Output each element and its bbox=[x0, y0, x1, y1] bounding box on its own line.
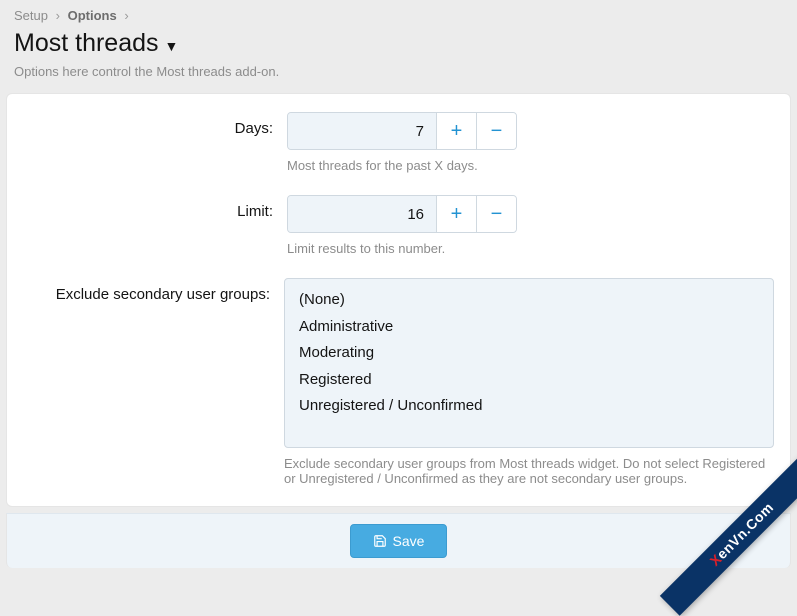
limit-decrement-button[interactable]: − bbox=[476, 196, 516, 232]
footer-bar: Save bbox=[6, 513, 791, 568]
caret-down-icon: ▼ bbox=[165, 38, 179, 54]
chevron-right-icon: › bbox=[120, 8, 132, 23]
days-help: Most threads for the past X days. bbox=[287, 150, 774, 173]
days-increment-button[interactable]: + bbox=[436, 113, 476, 149]
exclude-help: Exclude secondary user groups from Most … bbox=[284, 448, 774, 486]
chevron-right-icon: › bbox=[52, 8, 64, 23]
save-button-label: Save bbox=[393, 533, 425, 549]
save-icon bbox=[373, 534, 387, 548]
field-limit: Limit: + − Limit results to this number. bbox=[7, 193, 790, 276]
field-exclude: Exclude secondary user groups: (None) Ad… bbox=[7, 276, 790, 506]
limit-spinbox: + − bbox=[287, 195, 517, 233]
exclude-listbox[interactable]: (None) Administrative Moderating Registe… bbox=[284, 278, 774, 448]
limit-increment-button[interactable]: + bbox=[436, 196, 476, 232]
options-panel: Days: + − Most threads for the past X da… bbox=[6, 93, 791, 507]
days-label: Days: bbox=[23, 112, 287, 137]
breadcrumb-setup[interactable]: Setup bbox=[14, 8, 48, 23]
breadcrumb: Setup › Options › bbox=[0, 0, 797, 27]
save-button[interactable]: Save bbox=[350, 524, 448, 558]
page-title-menu[interactable]: Most threads ▼ bbox=[0, 27, 797, 64]
limit-label: Limit: bbox=[23, 195, 287, 220]
breadcrumb-options[interactable]: Options bbox=[68, 8, 117, 23]
exclude-option[interactable]: (None) bbox=[299, 287, 759, 314]
days-decrement-button[interactable]: − bbox=[476, 113, 516, 149]
page-title: Most threads bbox=[14, 29, 159, 58]
exclude-label: Exclude secondary user groups: bbox=[23, 278, 284, 303]
exclude-option[interactable]: Administrative bbox=[299, 314, 759, 341]
limit-input[interactable] bbox=[288, 196, 436, 232]
exclude-option[interactable]: Unregistered / Unconfirmed bbox=[299, 393, 759, 420]
days-spinbox: + − bbox=[287, 112, 517, 150]
limit-help: Limit results to this number. bbox=[287, 233, 774, 256]
exclude-option[interactable]: Registered bbox=[299, 367, 759, 394]
exclude-option[interactable]: Moderating bbox=[299, 340, 759, 367]
page-description: Options here control the Most threads ad… bbox=[0, 64, 797, 93]
field-days: Days: + − Most threads for the past X da… bbox=[7, 110, 790, 193]
days-input[interactable] bbox=[288, 113, 436, 149]
